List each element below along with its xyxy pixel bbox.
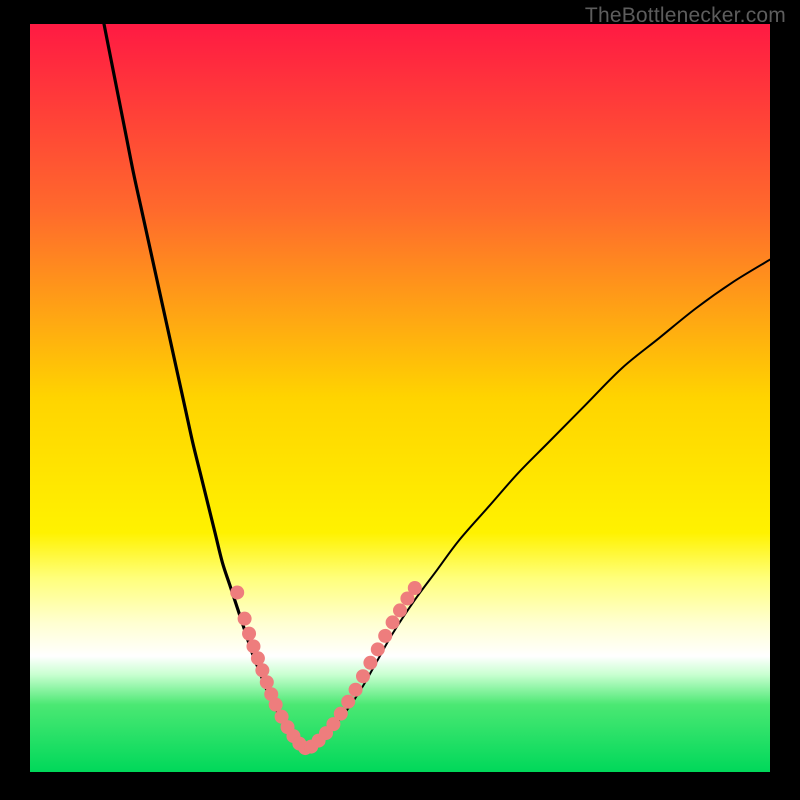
data-dot bbox=[242, 627, 256, 641]
data-dot bbox=[378, 629, 392, 643]
watermark-text: TheBottlenecker.com bbox=[585, 4, 786, 28]
data-dot bbox=[349, 683, 363, 697]
data-dot bbox=[251, 651, 265, 665]
plot-frame bbox=[30, 24, 770, 772]
data-dot bbox=[260, 675, 274, 689]
data-dot bbox=[356, 669, 370, 683]
data-dot bbox=[386, 615, 400, 629]
data-dot bbox=[371, 642, 385, 656]
data-dot bbox=[408, 581, 422, 595]
data-dot bbox=[255, 663, 269, 677]
data-dot bbox=[246, 639, 260, 653]
gradient-background bbox=[30, 24, 770, 772]
data-dot bbox=[269, 698, 283, 712]
data-dot bbox=[393, 603, 407, 617]
plot-svg bbox=[30, 24, 770, 772]
data-dot bbox=[363, 656, 377, 670]
data-dot bbox=[230, 585, 244, 599]
data-dot bbox=[238, 612, 252, 626]
data-dot bbox=[334, 707, 348, 721]
data-dot bbox=[341, 695, 355, 709]
